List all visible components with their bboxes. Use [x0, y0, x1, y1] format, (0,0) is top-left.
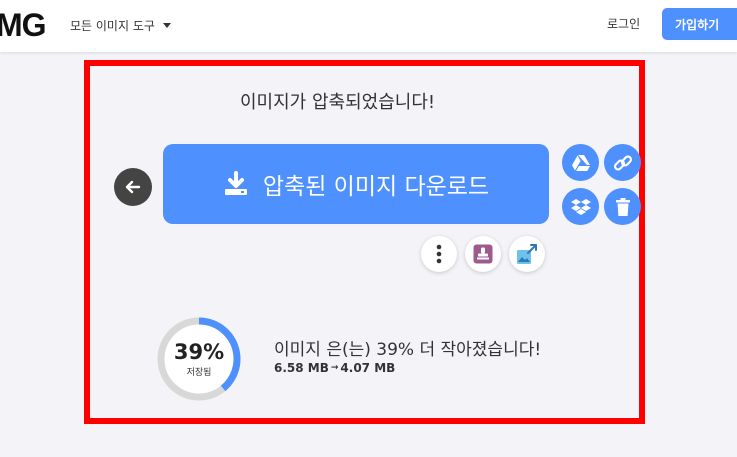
dropbox-button[interactable]: [562, 188, 599, 225]
back-button[interactable]: [114, 168, 152, 206]
page-title: 이미지가 압축되었습니다!: [240, 92, 436, 113]
savings-percent: 39%: [173, 340, 225, 364]
original-size: 6.58 MB: [274, 361, 329, 375]
copy-link-button[interactable]: [604, 144, 641, 181]
delete-button[interactable]: [604, 188, 641, 225]
download-button[interactable]: 압축된 이미지 다운로드: [163, 144, 549, 224]
more-options-button[interactable]: [421, 236, 457, 272]
chevron-down-icon: [162, 22, 171, 28]
resize-image-button[interactable]: [509, 236, 545, 272]
dropbox-icon: [570, 198, 591, 215]
more-vertical-icon: [436, 244, 442, 264]
result-message: 이미지 은(는) 39% 더 작아졌습니다!: [274, 340, 542, 360]
google-drive-icon: [571, 154, 590, 171]
link-icon: [613, 154, 632, 171]
all-tools-menu[interactable]: 모든 이미지 도구: [70, 15, 171, 35]
saved-label: 저장됨: [186, 368, 212, 378]
login-link[interactable]: 로그인: [607, 15, 640, 32]
compressed-size: 4.07 MB: [340, 361, 396, 375]
signup-button[interactable]: 가입하기: [662, 8, 737, 40]
arrow-right-icon: →: [330, 363, 339, 373]
resize-image-icon: [517, 244, 537, 264]
google-drive-button[interactable]: [562, 144, 599, 181]
download-label: 압축된 이미지 다운로드: [262, 174, 490, 200]
site-logo[interactable]: MG: [0, 7, 47, 44]
stamp-icon: [473, 244, 493, 264]
arrow-left-icon: [125, 180, 141, 194]
trash-icon: [615, 197, 630, 216]
watermark-button[interactable]: [465, 236, 501, 272]
download-icon: [224, 171, 247, 195]
all-tools-label: 모든 이미지 도구: [70, 18, 155, 33]
size-comparison: 6.58 MB → 4.07 MB: [274, 361, 395, 375]
top-navbar: MG 모든 이미지 도구 로그인 가입하기: [0, 0, 737, 52]
